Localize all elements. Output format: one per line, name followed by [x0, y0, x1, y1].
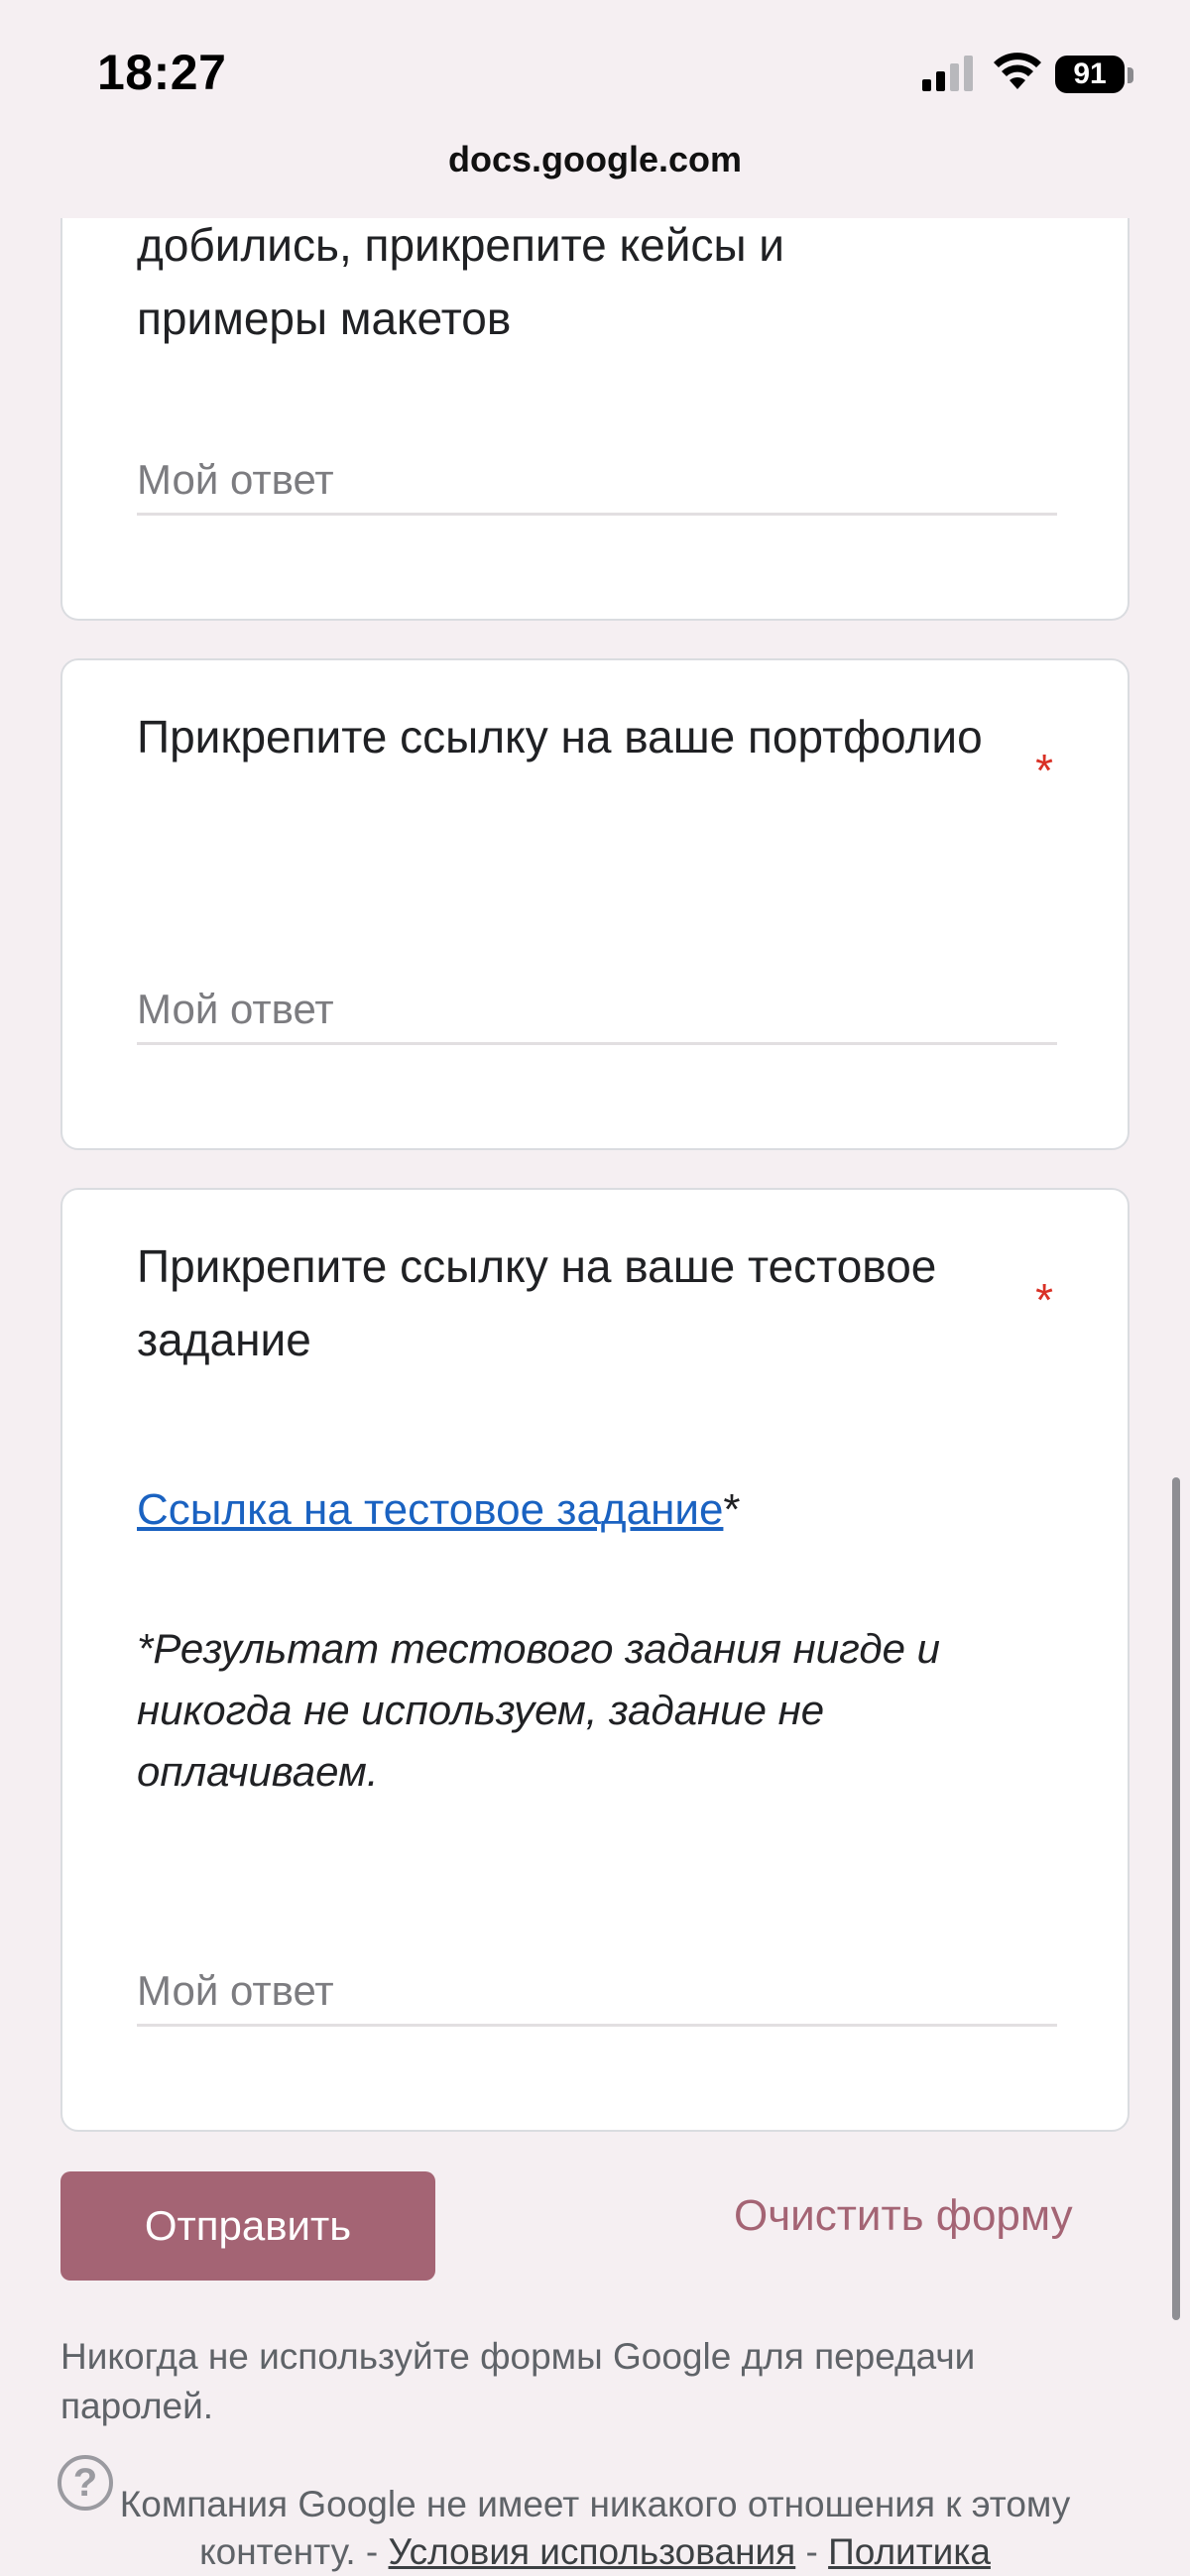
wifi-icon — [994, 53, 1041, 89]
question-title: Прикрепите ссылку на ваше тестовое задан… — [137, 1240, 937, 1365]
link-asterisk: * — [723, 1485, 741, 1534]
answer-input[interactable] — [137, 446, 1057, 516]
question-card-partial: добились, прикрепите кейсы и примеры мак… — [60, 149, 1130, 621]
policy-link[interactable]: Политика — [828, 2531, 991, 2572]
battery-icon: 91 — [1055, 56, 1125, 93]
question-title: добились, прикрепите кейсы и примеры мак… — [137, 219, 784, 344]
status-bar: 18:27 91 docs.google.com — [0, 0, 1190, 218]
footer-disclaimer: Компания Google не имеет никакого отноше… — [0, 2481, 1190, 2576]
scrollbar[interactable] — [1172, 1477, 1180, 2320]
question-card-portfolio: Прикрепите ссылку на ваше портфолио * — [60, 658, 1130, 1150]
separator: - — [805, 2531, 818, 2572]
url-bar[interactable]: docs.google.com — [0, 139, 1190, 180]
test-task-note: *Результат тестового задания нигде и ник… — [137, 1625, 940, 1795]
battery-tip — [1128, 67, 1133, 83]
test-task-link[interactable]: Ссылка на тестовое задание — [137, 1485, 723, 1534]
test-task-description: Ссылка на тестовое задание* — [137, 1485, 741, 1535]
portfolio-answer-input[interactable] — [137, 976, 1057, 1045]
status-time: 18:27 — [97, 45, 227, 100]
cellular-signal-icon — [922, 56, 973, 91]
required-mark: * — [1035, 745, 1053, 796]
required-mark: * — [1035, 1274, 1053, 1326]
terms-link[interactable]: Условия использования — [389, 2531, 796, 2572]
test-task-answer-input[interactable] — [137, 1957, 1057, 2027]
submit-button[interactable]: Отправить — [60, 2171, 435, 2281]
question-title: Прикрепите ссылку на ваше портфолио — [137, 711, 983, 762]
password-warning: Никогда не используйте формы Google для … — [60, 2336, 976, 2426]
clear-form-button[interactable]: Очистить форму — [734, 2191, 1073, 2241]
question-card-test-task: Прикрепите ссылку на ваше тестовое задан… — [60, 1188, 1130, 2132]
